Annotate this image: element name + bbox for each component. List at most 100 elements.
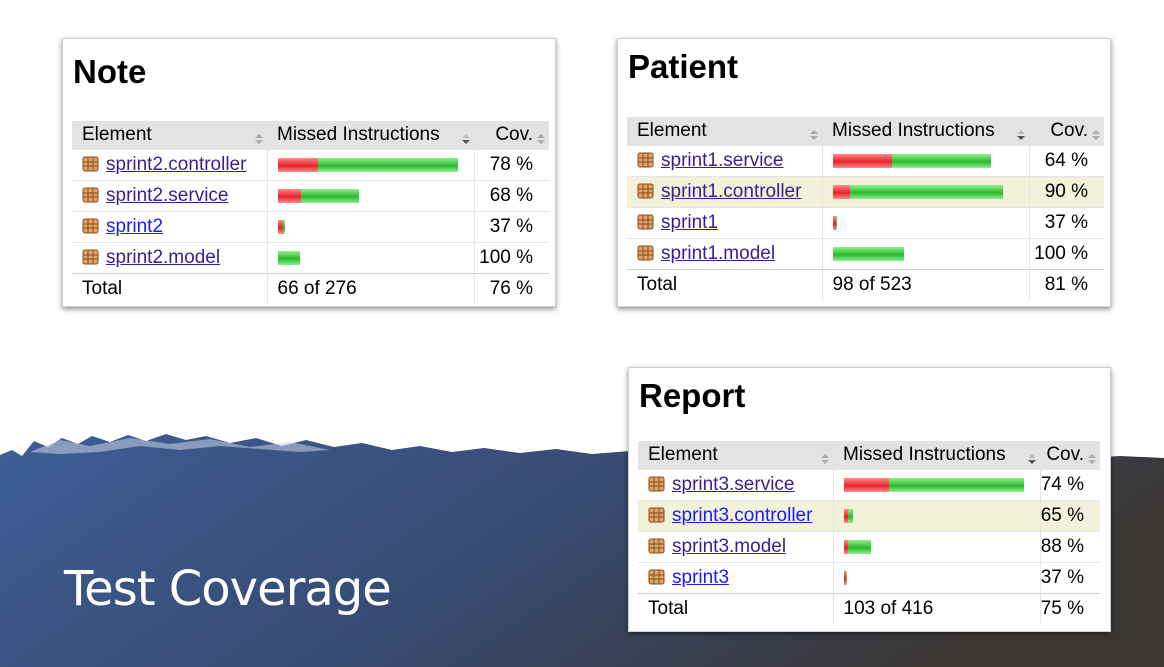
element-cell: sprint3.controller [638, 500, 834, 532]
package-link[interactable]: sprint1 [661, 212, 718, 233]
coverage-table: Element Missed Instructions Cov. sprint3.se… [638, 441, 1100, 624]
element-cell: sprint2.service [72, 180, 268, 212]
coverage-percent: 74 % [1040, 469, 1100, 501]
coverage-percent: 37 % [474, 211, 549, 243]
package-icon [648, 476, 665, 492]
panel-title: Report [639, 377, 746, 414]
element-header-label: Element [637, 120, 707, 141]
covered-bar-segment [832, 246, 904, 261]
package-link[interactable]: sprint2 [106, 216, 163, 237]
package-icon [82, 218, 99, 234]
package-link[interactable]: sprint1.service [661, 150, 784, 171]
missed-instructions-column-header[interactable]: Missed Instructions [267, 121, 474, 150]
sort-icon [821, 449, 829, 464]
sort-icon [537, 129, 545, 144]
element-column-header[interactable]: Element [638, 441, 833, 470]
panel-title: Note [73, 53, 147, 90]
package-link[interactable]: sprint1.model [661, 243, 775, 264]
patient-coverage-panel: Patient Element Missed Instructions Cov. spr… [617, 38, 1111, 307]
package-icon [82, 187, 99, 203]
missed-header-label: Missed Instructions [277, 124, 440, 145]
total-coverage: 81 % [1029, 269, 1104, 300]
covered-bar-segment [835, 215, 837, 230]
missed-bar-segment [832, 184, 850, 199]
package-link[interactable]: sprint1.controller [661, 181, 801, 202]
coverage-bar [832, 153, 991, 168]
missed-bar-segment [277, 188, 301, 203]
note-coverage-panel: Note Element Missed Instructions Cov. sprint… [62, 38, 556, 307]
header-row: Element Missed Instructions Cov. [72, 121, 549, 150]
coverage-bar [832, 246, 904, 261]
table-row: sprint3.controller 65 % [638, 500, 1100, 532]
covered-bar-segment [845, 570, 847, 585]
package-link[interactable]: sprint3.service [672, 474, 795, 495]
covered-bar-segment [317, 157, 458, 172]
package-link[interactable]: sprint2.service [106, 185, 229, 206]
coverage-column-header[interactable]: Cov. [474, 121, 549, 150]
total-missed: 98 of 523 [822, 269, 1030, 300]
cov-header-label: Cov. [495, 124, 533, 145]
missed-instructions-cell [833, 469, 1041, 501]
package-icon [637, 183, 654, 199]
missed-instructions-cell [822, 176, 1030, 208]
missed-instructions-cell [822, 207, 1030, 239]
table-row: sprint3.service 74 % [638, 469, 1100, 501]
element-cell: sprint1 [627, 207, 823, 239]
element-header-label: Element [82, 124, 152, 145]
package-link[interactable]: sprint2.controller [106, 154, 246, 175]
total-coverage: 76 % [474, 273, 549, 304]
coverage-bar [843, 477, 1024, 492]
table-row: sprint1.service 64 % [627, 145, 1104, 177]
coverage-column-header[interactable]: Cov. [1029, 117, 1104, 146]
package-icon [637, 152, 654, 168]
covered-bar-segment [277, 250, 300, 265]
package-link[interactable]: sprint3.controller [672, 505, 812, 526]
coverage-bar [277, 157, 458, 172]
coverage-table: Element Missed Instructions Cov. sprint1.se… [627, 117, 1104, 300]
package-link[interactable]: sprint2.model [106, 247, 220, 268]
coverage-table: Element Missed Instructions Cov. sprint2.co… [72, 121, 549, 304]
sort-icon [1092, 125, 1100, 140]
package-icon [648, 507, 665, 523]
covered-bar-segment [847, 539, 871, 554]
table-row: sprint3 37 % [638, 562, 1100, 594]
element-column-header[interactable]: Element [72, 121, 267, 150]
total-row: Total 103 of 416 75 % [638, 593, 1100, 624]
table-row: sprint2.model 100 % [72, 242, 549, 274]
coverage-bar [277, 250, 300, 265]
element-cell: sprint2.controller [72, 149, 268, 181]
element-cell: sprint2.model [72, 242, 268, 274]
coverage-percent: 64 % [1029, 145, 1104, 177]
missed-instructions-column-header[interactable]: Missed Instructions [833, 441, 1040, 470]
coverage-bar [277, 188, 359, 203]
element-cell: sprint3.service [638, 469, 834, 501]
report-coverage-panel: Report Element Missed Instructions Cov. spri… [628, 367, 1111, 632]
covered-bar-segment [888, 477, 1024, 492]
missed-instructions-column-header[interactable]: Missed Instructions [822, 117, 1029, 146]
slide-title: Test Coverage [64, 561, 392, 617]
element-cell: sprint1.service [627, 145, 823, 177]
missed-instructions-cell [267, 242, 475, 274]
coverage-percent: 37 % [1029, 207, 1104, 239]
cov-header-label: Cov. [1050, 120, 1088, 141]
table-row: sprint2.service 68 % [72, 180, 549, 212]
coverage-column-header[interactable]: Cov. [1040, 441, 1100, 470]
package-link[interactable]: sprint3.model [672, 536, 786, 557]
missed-instructions-cell [833, 562, 1041, 594]
element-cell: sprint1.model [627, 238, 823, 270]
package-link[interactable]: sprint3 [672, 567, 729, 588]
sort-icon [810, 125, 818, 140]
sort-descending-icon [1028, 449, 1036, 464]
table-row: sprint3.model 88 % [638, 531, 1100, 563]
coverage-bar [832, 215, 837, 230]
coverage-percent: 100 % [474, 242, 549, 274]
package-icon [82, 249, 99, 265]
element-cell: sprint3 [638, 562, 834, 594]
missed-bar-segment [843, 477, 889, 492]
total-missed: 103 of 416 [833, 593, 1041, 624]
table-row: sprint1 37 % [627, 207, 1104, 239]
panel-title: Patient [628, 48, 739, 85]
element-cell: sprint1.controller [627, 176, 823, 208]
element-column-header[interactable]: Element [627, 117, 822, 146]
missed-header-label: Missed Instructions [843, 444, 1006, 465]
